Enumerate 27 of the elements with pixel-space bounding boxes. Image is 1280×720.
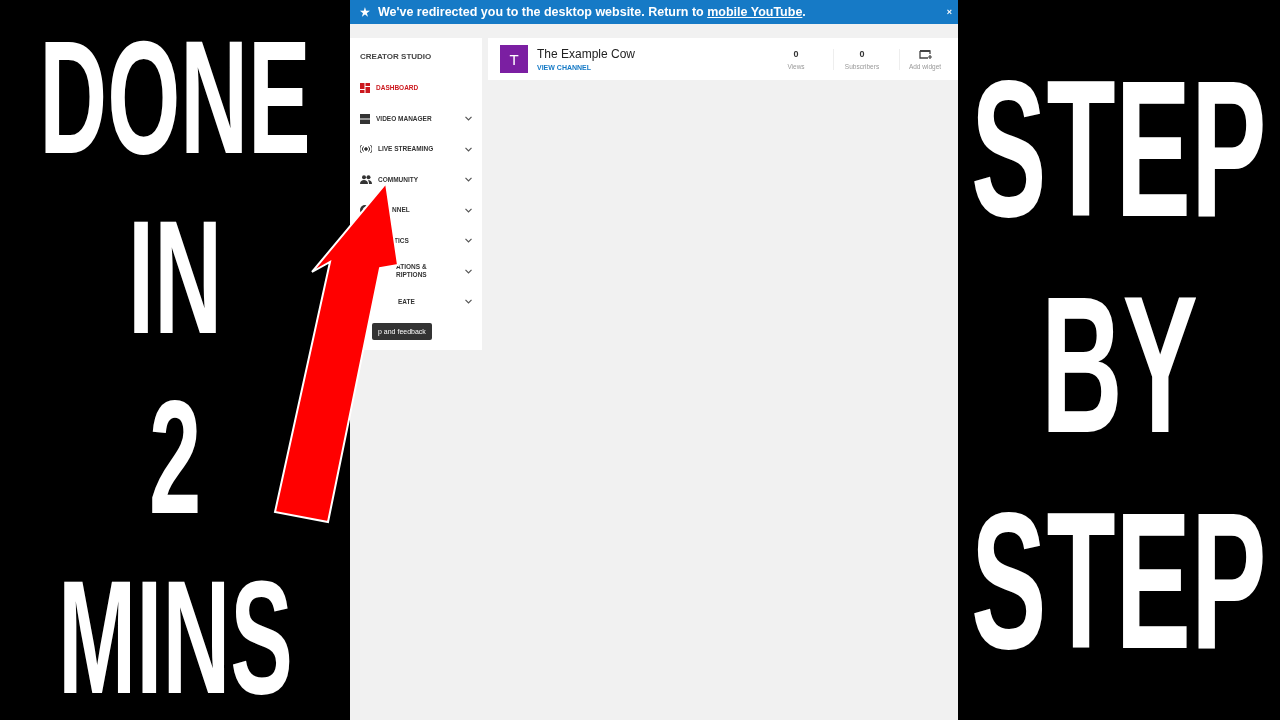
broadcast-icon <box>360 144 372 155</box>
caption-text: STEP <box>971 70 1267 226</box>
caption-text: IN <box>128 212 222 342</box>
stat-value: 0 <box>793 48 799 59</box>
chevron-icon[interactable] <box>465 177 472 183</box>
chevron-icon[interactable] <box>465 299 472 305</box>
close-icon[interactable]: × <box>946 7 952 17</box>
drawer-icon <box>360 113 370 124</box>
redirect-message: We've redirected you to the desktop website. Return to mobile YouTube. <box>378 5 807 19</box>
channel-avatar: T <box>500 45 528 73</box>
dashboard-icon <box>360 83 370 94</box>
caption-text: STEP <box>971 502 1267 658</box>
chevron-icon[interactable] <box>465 268 472 274</box>
caption-text: DONE <box>39 32 311 162</box>
chevron-icon[interactable] <box>465 116 472 122</box>
chevron-icon[interactable] <box>465 238 472 244</box>
caption-text: 2 <box>148 392 202 522</box>
caption-text: BY <box>1040 286 1198 442</box>
sidebar-title: CREATOR STUDIO <box>360 52 433 61</box>
caption-text: MINS <box>57 572 293 702</box>
star-icon: ★ <box>360 5 370 19</box>
people-icon <box>360 175 372 185</box>
channel-name: The Example Cow <box>537 47 637 61</box>
chevron-icon[interactable] <box>465 146 472 152</box>
add-widget-icon[interactable] <box>918 48 932 59</box>
chevron-icon[interactable] <box>465 207 472 213</box>
stat-value: 0 <box>859 48 865 59</box>
